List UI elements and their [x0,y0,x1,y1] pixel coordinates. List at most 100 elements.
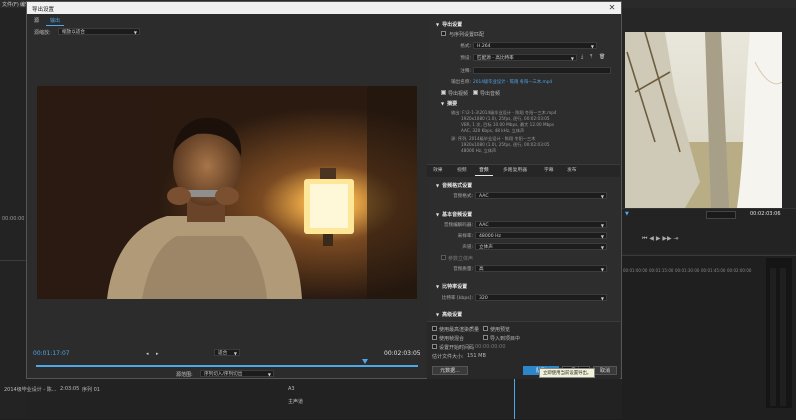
format-dropdown[interactable]: H.264 ▼ [473,42,597,49]
tab-video[interactable]: 视频 [453,166,471,175]
codec-dropdown[interactable]: AAC ▼ [475,221,607,228]
match-sequence-checkbox[interactable] [441,31,446,36]
export-video-label: 导出视频 [448,91,469,97]
max-render-label: 使用最高渲染质量 [439,327,480,333]
playhead-icon[interactable] [362,359,368,364]
export-settings-header[interactable]: ▼ 导出设置 [436,21,462,28]
chevron-down-icon: ▼ [133,30,137,35]
export-tooltip: 立即使用当前设置导出。 [539,368,596,378]
audio-format-header[interactable]: ▼ 音频格式设置 [436,182,472,189]
metadata-button[interactable]: 元数据... [432,366,468,375]
tab-captions[interactable]: 字幕 [540,166,558,175]
import-project-checkbox[interactable] [483,335,488,340]
divider [0,260,26,261]
output-summary-line: AAC, 320 Kbps, 48 kHz, 立体声 [461,128,525,133]
end-timecode: 00:02:03:05 [384,350,421,357]
fit-dropdown[interactable]: 适合 ▼ [214,349,240,356]
frame-blend-checkbox[interactable] [432,335,437,340]
project-item-seq: 序列 01 [82,387,100,393]
format-value: H.264 [477,44,491,49]
chevron-down-icon: ▼ [233,351,237,356]
tab-output[interactable]: 输出 [46,17,65,26]
comments-field[interactable] [473,67,611,74]
timeline-scrubber[interactable] [36,365,418,367]
tab-publish[interactable]: 发布 [563,166,581,175]
project-item-name[interactable]: 2014级毕业设计 - 陈... [4,386,56,393]
mark-in-icon[interactable]: ◂ [146,351,149,357]
transport-icons[interactable]: ⏮ ◀ ▶ ▶▶ ⇥ [642,235,679,243]
audio-quality-value: 高 [479,267,484,272]
tab-audio[interactable]: 音频 [475,166,493,176]
export-audio-label: 导出音频 [480,91,501,97]
sample-rate-label: 采样率: [457,234,473,239]
save-preset-icon[interactable]: ⤓ [581,54,583,60]
tab-multiplexer[interactable]: 多路复用器 [499,166,531,175]
audio-quality-dropdown[interactable]: 高 ▼ [475,265,607,272]
bitrate-dropdown[interactable]: 320 ▼ [475,294,607,301]
codec-value: AAC [479,223,489,228]
format-label: 格式: [460,44,471,49]
source-scaling-value: 缩放以适合 [62,30,85,35]
chevron-down-icon: ▼ [600,296,604,301]
ruler-tick: 00:02:00:00 [727,268,752,273]
chevron-down-icon: ▼ [600,223,604,228]
frame-blend-label: 使用帧混合 [439,336,465,342]
preview-pane: 源 输出 源缩放: 缩放以适合 ▼ 00:01:17:07 ◂ ▸ 适合 ▼ 0… [28,15,426,378]
menu-file[interactable]: 文件(F) [2,1,19,8]
start-timecode-checkbox[interactable] [432,344,437,349]
audio-format-label: 音频格式: [453,194,473,199]
export-video-checkbox[interactable] [441,90,446,95]
left-timecode: 00:00:00 [2,216,25,222]
channels-value: 立体声 [479,245,493,250]
parametric-stereo-label: 参数立体声 [448,256,474,262]
sample-rate-value: 48000 Hz [479,234,501,239]
output-name-link[interactable]: 2014级毕业设计 - 陈翔 冬阳—三木.mp4 [473,79,552,85]
use-previews-checkbox[interactable] [483,326,488,331]
zoom-dropdown[interactable] [706,211,736,219]
bitrate-header[interactable]: ▼ 比特率设置 [436,283,467,290]
file-size-label: 估计文件大小: [432,354,464,360]
delete-preset-icon[interactable]: 🗑 [599,54,605,60]
meter-right [780,268,786,406]
playhead-marker: ▼ [625,211,629,217]
audio-quality-label: 音频质量: [453,267,473,272]
source-range-label: 源范围: [176,372,193,378]
summary-header[interactable]: ▼ 摘要 [441,100,457,107]
ruler-tick: 00:01:00:00 [623,268,648,273]
timeline-panel: 00:01:00:00 00:01:15:00 00:01:30:00 00:0… [622,255,796,420]
export-audio-checkbox[interactable] [473,90,478,95]
audio-format-dropdown[interactable]: AAC ▼ [475,192,607,199]
source-range-dropdown[interactable]: 序列切入/序列切出 ▼ [200,370,274,377]
import-preset-icon[interactable]: ⤒ [590,54,592,60]
start-timecode-value[interactable]: 00:00:00:00 [475,344,506,350]
start-timecode-label: 设置开始时间码 [439,345,475,351]
export-settings-dialog: 导出设置 ✕ 源 输出 源缩放: 缩放以适合 ▼ 00:01:17:07 ◂ ▸… [26,1,622,379]
match-sequence-label: 与序列设置匹配 [449,32,485,38]
use-previews-label: 使用预览 [490,327,511,333]
dialog-titlebar[interactable]: 导出设置 ✕ [27,2,621,14]
chevron-down-icon: ▼ [600,245,604,250]
file-size-value: 151 MB [467,353,486,359]
sample-rate-dropdown[interactable]: 48000 Hz ▼ [475,232,607,239]
chevron-down-icon: ▼ [590,44,594,49]
preset-dropdown[interactable]: 匹配源 - 高比特率 ▼ [473,54,577,61]
comments-label: 注释: [460,69,471,74]
advanced-header[interactable]: ▼ 高级设置 [436,311,462,318]
bitrate-label: 比特率 [kbps]: [441,296,473,301]
cancel-button[interactable]: 取消 [593,366,617,375]
close-icon[interactable]: ✕ [607,3,617,13]
ruler-tick: 00:01:45:00 [701,268,726,273]
timeline-playhead[interactable] [514,378,515,419]
audio-format-value: AAC [479,194,489,199]
basic-audio-header[interactable]: ▼ 基本音频设置 [436,211,472,218]
chevron-down-icon: ▼ [267,372,271,377]
mark-out-icon[interactable]: ▸ [156,351,159,357]
parametric-stereo-checkbox[interactable] [441,255,446,260]
tab-effects[interactable]: 效果 [429,166,447,175]
channels-dropdown[interactable]: 立体声 ▼ [475,243,607,250]
source-scaling-dropdown[interactable]: 缩放以适合 ▼ [58,28,140,35]
tab-source[interactable]: 源 [30,17,43,25]
max-render-checkbox[interactable] [432,326,437,331]
fit-value: 适合 [218,351,228,356]
current-timecode[interactable]: 00:01:17:07 [33,350,70,357]
